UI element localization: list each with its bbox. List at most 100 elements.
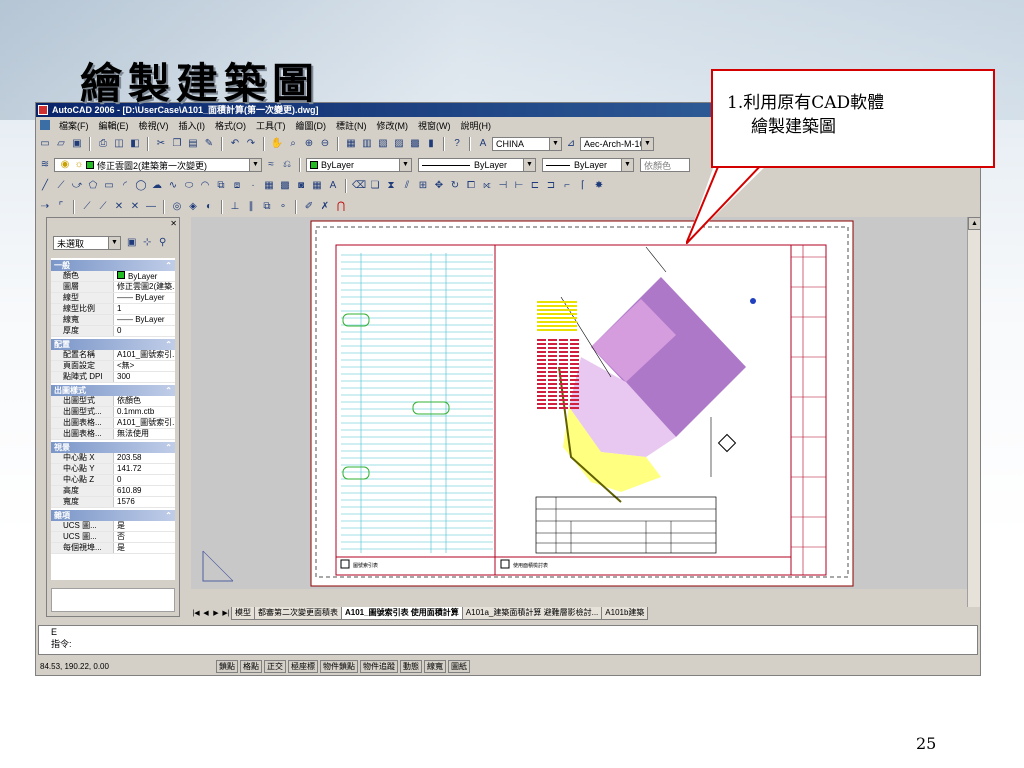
last-tab-icon[interactable]: ▶| bbox=[221, 609, 231, 617]
extend-icon[interactable]: ⊢ bbox=[512, 179, 526, 193]
scale-icon[interactable]: ⧠ bbox=[464, 179, 478, 193]
snap-midpoint-icon[interactable]: ⟋ bbox=[96, 200, 110, 214]
selection-select[interactable]: 未選取 ▼ bbox=[53, 236, 121, 250]
menu-item[interactable]: 格式(O) bbox=[210, 119, 251, 132]
property-row[interactable]: UCS 圖... 否 bbox=[51, 532, 175, 543]
menu-item[interactable]: 編輯(E) bbox=[94, 119, 134, 132]
chevron-down-icon[interactable]: ▼ bbox=[108, 237, 120, 249]
match-properties-icon[interactable]: ✎ bbox=[202, 137, 216, 151]
ellipse-arc-icon[interactable]: ◠ bbox=[198, 179, 212, 193]
menu-item[interactable]: 檢視(V) bbox=[134, 119, 174, 132]
status-mode-toggle[interactable]: 動態 bbox=[400, 659, 422, 673]
hatch-icon[interactable]: ▦ bbox=[262, 179, 276, 193]
select-objects-icon[interactable]: ⊹ bbox=[143, 237, 151, 248]
property-row[interactable]: 線型比例 1 bbox=[51, 304, 175, 315]
quick-select-icon[interactable]: ⚲ bbox=[159, 237, 166, 248]
property-value[interactable]: 300 bbox=[114, 372, 175, 382]
gradient-icon[interactable]: ▩ bbox=[278, 179, 292, 193]
property-value[interactable]: 610.89 bbox=[114, 486, 175, 496]
property-value[interactable]: 無法使用 bbox=[114, 429, 175, 439]
text-style-icon[interactable]: A bbox=[476, 137, 490, 151]
property-value[interactable]: A101_圖號索引... bbox=[114, 418, 175, 428]
new-file-icon[interactable]: ▭ bbox=[38, 137, 52, 151]
property-value[interactable]: ByLayer bbox=[128, 272, 157, 281]
insert-block-icon[interactable]: ⧉ bbox=[214, 179, 228, 193]
zoom-previous-icon[interactable]: ⊖ bbox=[318, 137, 332, 151]
ellipse-icon[interactable]: ⬭ bbox=[182, 179, 196, 193]
property-row[interactable]: 中心點 X 203.58 bbox=[51, 453, 175, 464]
property-row[interactable]: 圖層 修正雲圖2(建築... bbox=[51, 282, 175, 293]
layer-previous-icon[interactable]: ⎌ bbox=[280, 158, 294, 172]
linetype-select[interactable]: ByLayer ▼ bbox=[418, 158, 536, 172]
copy-icon[interactable]: ❐ bbox=[170, 137, 184, 151]
snap-nearest-icon[interactable]: ✐ bbox=[302, 200, 316, 214]
snap-apparent-intersection-icon[interactable]: ✕ bbox=[128, 200, 142, 214]
snap-parallel-icon[interactable]: ∥ bbox=[244, 200, 258, 214]
chevron-down-icon[interactable]: ▼ bbox=[249, 159, 261, 171]
property-value[interactable]: 0.1mm.ctb bbox=[114, 407, 175, 417]
layer-manager-icon[interactable]: ≋ bbox=[38, 158, 52, 172]
snap-none-icon[interactable]: ✗ bbox=[318, 200, 332, 214]
property-value[interactable]: 依顏色 bbox=[114, 396, 175, 406]
menu-item[interactable]: 標註(N) bbox=[331, 119, 372, 132]
dim-style-icon[interactable]: ⊿ bbox=[564, 137, 578, 151]
help-icon[interactable]: ? bbox=[450, 137, 464, 151]
menu-item[interactable]: 繪圖(D) bbox=[291, 119, 332, 132]
property-row[interactable]: 配置名稱 A101_圖號索引... bbox=[51, 350, 175, 361]
construction-line-icon[interactable]: ⟋ bbox=[54, 179, 68, 193]
menu-item[interactable]: 檔案(F) bbox=[54, 119, 94, 132]
snap-endpoint-icon[interactable]: ⟋ bbox=[80, 200, 94, 214]
property-value[interactable]: 是 bbox=[114, 521, 175, 531]
plotstyle-select[interactable]: 依顏色 bbox=[640, 158, 690, 172]
property-value[interactable]: 否 bbox=[114, 532, 175, 542]
layout-tab[interactable]: A101a_建築面積計算 避難層影檢討... bbox=[461, 606, 603, 620]
status-mode-toggle[interactable]: 格點 bbox=[240, 659, 262, 673]
property-section-header[interactable]: 一般 ⌃ bbox=[51, 260, 175, 271]
chevron-down-icon[interactable]: ▼ bbox=[641, 138, 653, 150]
property-row[interactable]: 每個視埠... 是 bbox=[51, 543, 175, 554]
temp-track-icon[interactable]: ⇢ bbox=[38, 200, 52, 214]
property-row[interactable]: 高度 610.89 bbox=[51, 486, 175, 497]
status-mode-toggle[interactable]: 物件追蹤 bbox=[360, 659, 398, 673]
chevron-up-icon[interactable]: ⌃ bbox=[165, 260, 172, 271]
snap-extension-icon[interactable]: — bbox=[144, 200, 158, 214]
chevron-up-icon[interactable]: ⌃ bbox=[165, 385, 172, 396]
polygon-icon[interactable]: ⬠ bbox=[86, 179, 100, 193]
property-value[interactable]: 0 bbox=[114, 475, 175, 485]
property-value[interactable]: 修正雲圖2(建築... bbox=[114, 282, 175, 292]
undo-icon[interactable]: ↶ bbox=[228, 137, 242, 151]
properties-icon[interactable]: ▦ bbox=[344, 137, 358, 151]
rotate-icon[interactable]: ↻ bbox=[448, 179, 462, 193]
property-value[interactable]: 1576 bbox=[114, 497, 175, 507]
property-value[interactable]: 是 bbox=[114, 543, 175, 553]
snap-from-icon[interactable]: ⌜ bbox=[54, 200, 68, 214]
scroll-up-icon[interactable]: ▲ bbox=[968, 217, 980, 230]
region-icon[interactable]: ◙ bbox=[294, 179, 308, 193]
property-row[interactable]: 點陣式 DPI 300 bbox=[51, 372, 175, 383]
layer-select[interactable]: ◉ ☼ 修正雲圖2(建築第一次變更) ▼ bbox=[54, 158, 262, 172]
document-icon[interactable] bbox=[40, 120, 50, 130]
property-value[interactable]: 1 bbox=[114, 304, 175, 314]
spline-icon[interactable]: ∿ bbox=[166, 179, 180, 193]
property-row[interactable]: 出圖型式... 0.1mm.ctb bbox=[51, 407, 175, 418]
command-prompt[interactable]: 指令: bbox=[51, 638, 977, 650]
status-mode-toggle[interactable]: 線寬 bbox=[424, 659, 446, 673]
save-icon[interactable]: ▣ bbox=[70, 137, 84, 151]
pickadd-icon[interactable]: ▣ bbox=[127, 237, 136, 248]
revision-cloud-icon[interactable]: ☁ bbox=[150, 179, 164, 193]
make-layer-current-icon[interactable]: ≈ bbox=[264, 158, 278, 172]
menu-item[interactable]: 工具(T) bbox=[251, 119, 291, 132]
layout-tab[interactable]: 模型 bbox=[231, 606, 255, 620]
zoom-window-icon[interactable]: ⊕ bbox=[302, 137, 316, 151]
polyline-icon[interactable]: ⤻ bbox=[70, 179, 84, 193]
property-row[interactable]: 出圖型式 依顏色 bbox=[51, 396, 175, 407]
arc-icon[interactable]: ◜ bbox=[118, 179, 132, 193]
zoom-realtime-icon[interactable]: ⌕ bbox=[286, 137, 300, 151]
snap-insert-icon[interactable]: ⧉ bbox=[260, 200, 274, 214]
copy-object-icon[interactable]: ❏ bbox=[368, 179, 382, 193]
property-row[interactable]: UCS 圖... 是 bbox=[51, 521, 175, 532]
snap-quadrant-icon[interactable]: ◈ bbox=[186, 200, 200, 214]
status-mode-toggle[interactable]: 鎖點 bbox=[216, 659, 238, 673]
publish-icon[interactable]: ◧ bbox=[128, 137, 142, 151]
array-icon[interactable]: ⊞ bbox=[416, 179, 430, 193]
